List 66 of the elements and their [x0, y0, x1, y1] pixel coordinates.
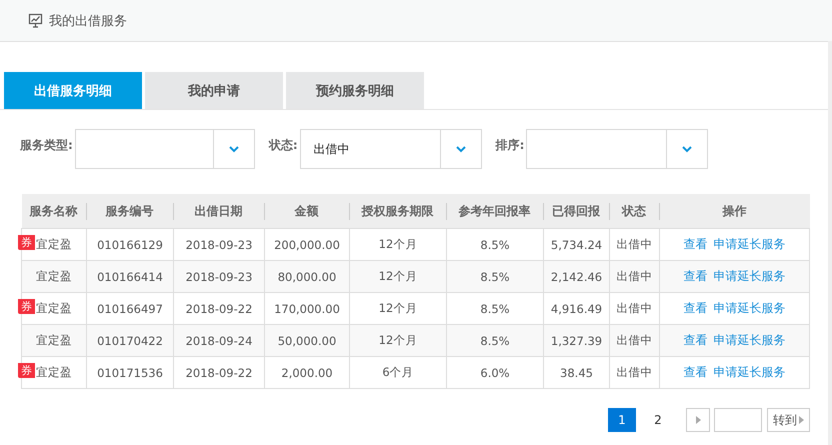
table-cell: 50,000.00 [264, 324, 350, 356]
filter-label: 状态: [268, 137, 298, 154]
table-cell: 12个月 [350, 260, 446, 292]
chevron-down-icon [456, 146, 466, 152]
dropdown-field[interactable] [526, 129, 708, 169]
action-link[interactable]: 申请延长服务 [714, 365, 786, 379]
column-header: 操作 [660, 194, 810, 228]
table-cell: 8.5% [446, 260, 544, 292]
go-button[interactable]: 转到 [767, 408, 810, 432]
chevron-down-icon [682, 146, 692, 152]
table-cell: 010166414 [86, 260, 174, 292]
action-link[interactable]: 查看 [684, 269, 708, 283]
coupon-badge: 券 [18, 363, 35, 378]
action-link[interactable]: 查看 [684, 365, 708, 379]
tab[interactable]: 预约服务明细 [286, 72, 424, 109]
table-cell: 6.0% [446, 356, 544, 388]
column-header: 参考年回报率 [446, 194, 544, 228]
table-cell: 2,000.00 [264, 356, 350, 388]
dropdown-field[interactable] [74, 129, 255, 169]
column-header: 状态 [610, 194, 660, 228]
page-title: 我的出借服务 [49, 12, 127, 30]
table-cell: 010170422 [86, 324, 174, 356]
chevron-down-icon [228, 146, 239, 152]
filter-label: 服务类型: [20, 137, 73, 154]
triangle-right-icon [799, 416, 804, 424]
page-button[interactable]: 1 [608, 408, 636, 432]
next-page-button[interactable] [686, 408, 710, 432]
coupon-badge: 券 [18, 235, 35, 250]
table-cell: 2018-09-23 [174, 260, 264, 292]
table-cell: 2,142.46 [544, 260, 610, 292]
table-cell: 38.45 [544, 356, 610, 388]
column-header: 授权服务期限 [350, 194, 446, 228]
action-link[interactable]: 查看 [684, 301, 708, 315]
action-link[interactable]: 查看 [684, 333, 708, 347]
action-link[interactable]: 申请延长服务 [714, 301, 786, 315]
table-cell: 80,000.00 [264, 260, 350, 292]
filter-label: 排序: [496, 137, 524, 154]
page-input-field[interactable] [714, 408, 762, 432]
table-cell: 2018-09-24 [174, 324, 264, 356]
table-cell: 宜定盈 [22, 324, 86, 356]
action-link[interactable]: 查看 [684, 237, 708, 251]
action-link[interactable]: 申请延长服务 [714, 237, 786, 251]
table-cell: 8.5% [446, 324, 544, 356]
tab[interactable]: 出借服务明细 [4, 72, 142, 109]
table-cell: 2018-09-22 [174, 356, 264, 388]
page-button[interactable]: 2 [644, 408, 672, 432]
column-header: 已得回报 [544, 194, 610, 228]
column-header: 服务名称 [22, 194, 86, 228]
table-cell: 出借中 [610, 260, 660, 292]
table-cell: 出借中 [610, 356, 660, 388]
column-header: 出借日期 [174, 194, 264, 228]
table-cell: 1,327.39 [544, 324, 610, 356]
table-cell: 出借中 [610, 324, 660, 356]
table-cell: 010171536 [86, 356, 174, 388]
coupon-badge: 券 [18, 299, 35, 314]
table-cell: 6个月 [350, 356, 446, 388]
column-header: 服务编号 [86, 194, 174, 228]
action-link[interactable]: 申请延长服务 [714, 333, 786, 347]
dropdown-field[interactable]: 出借中 [300, 129, 482, 169]
triangle-right-icon [696, 416, 700, 424]
action-link[interactable]: 申请延长服务 [714, 269, 786, 283]
table-cell: 宜定盈 [22, 260, 86, 292]
presentation-chart-icon [28, 13, 43, 28]
tab[interactable]: 我的申请 [145, 72, 283, 109]
column-header: 金额 [264, 194, 350, 228]
table-cell: 12个月 [350, 324, 446, 356]
